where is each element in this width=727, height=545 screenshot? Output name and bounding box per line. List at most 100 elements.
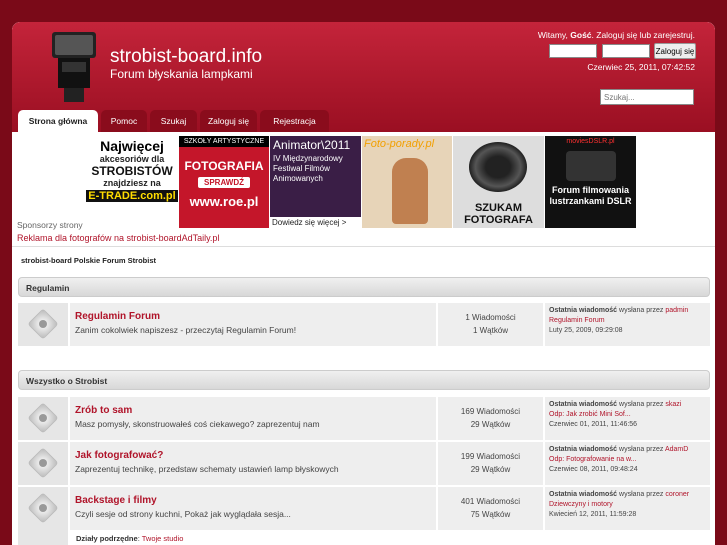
last-post-user-link[interactable]: AdamD [665, 446, 688, 453]
page: strobist-board.info Forum błyskania lamp… [12, 22, 715, 545]
ad-area: Najwięcej akcesoriów dla STROBISTÓW znaj… [12, 132, 715, 247]
ad-banner-moviesdslr[interactable]: moviesDSLR.pl Forum filmowania lustrzanka… [545, 136, 636, 228]
tab-register[interactable]: Rejestracja [260, 110, 329, 132]
forum-stats-cell: 401 Wiadomości 75 Wątków [438, 487, 543, 530]
last-post-by: wysłana przez [619, 401, 664, 408]
last-post-label: Ostatnia wiadomość [549, 446, 618, 453]
login-username-input[interactable] [549, 44, 597, 58]
post-count: 401 Wiadomości [460, 497, 521, 506]
ad-text: STROBISTÓW [91, 164, 173, 178]
forum-title-link[interactable]: Zrób to sam [75, 405, 132, 416]
forum-info-cell: Zrób to sam Masz pomysły, skonstruowałeś… [70, 397, 436, 440]
forum-row: Regulamin Forum Zanim cokolwiek napiszes… [18, 303, 710, 346]
ad-text: www.roe.pl [189, 194, 259, 209]
forum-stats-cell: 199 Wiadomości 29 Wątków [438, 442, 543, 485]
ad-text-line: lustrzankami DSLR [549, 196, 632, 206]
header: strobist-board.info Forum błyskania lamp… [12, 22, 715, 132]
last-post-cell: Ostatnia wiadomość wysłana przez skazi O… [545, 397, 710, 440]
ad-text-line: Forum filmowania [551, 185, 629, 195]
sponsors-label: Sponsorzy strony [17, 220, 83, 230]
last-post-label: Ostatnia wiadomość [549, 491, 618, 498]
advertise-link[interactable]: Reklama dla fotografów na strobist-board… [17, 233, 219, 243]
last-post-label: Ostatnia wiadomość [549, 307, 618, 314]
flash-logo-icon [52, 32, 96, 102]
ad-banner-animator[interactable]: Animator\2011 IV Międzynarodowy Festiwal… [270, 136, 361, 228]
last-post-topic-link[interactable]: Odp: Jak zrobić Mini Sof... [549, 411, 631, 418]
forum-row: Jak fotografować? Zaprezentuj technikę, … [18, 442, 710, 485]
ad-text: SZKOŁY ARTYSTYCZNE [179, 136, 269, 147]
last-post-topic-link[interactable]: Regulamin Forum [549, 317, 605, 324]
welcome-suffix[interactable]: . Zaloguj się lub zarejestruj. [592, 30, 695, 40]
last-post-topic-link[interactable]: Odp: Fotografowanie na w... [549, 456, 637, 463]
search-input[interactable] [600, 89, 694, 105]
last-post-cell: Ostatnia wiadomość wysłana przez AdamD O… [545, 442, 710, 485]
ad-text: Dowiedz się więcej > [270, 217, 361, 228]
ad-banner-etrade[interactable]: Najwięcej akcesoriów dla STROBISTÓW znaj… [86, 136, 178, 228]
forum-title-link[interactable]: Backstage i filmy [75, 495, 157, 506]
ad-text-line: SZUKAM [474, 202, 523, 214]
topic-count: 1 Wątków [472, 326, 509, 335]
forum-status-cell [18, 442, 68, 485]
breadcrumb[interactable]: strobist-board Polskie Forum Strobist [21, 256, 156, 265]
subforums-label: Działy podrzędne [76, 534, 138, 543]
forum-status-icon [27, 402, 59, 434]
forum-status-icon [27, 308, 59, 340]
category-header[interactable]: Regulamin [18, 277, 710, 297]
ad-text: FOTOGRAFIA [184, 159, 264, 173]
category-header[interactable]: Wszystko o Strobist [18, 370, 710, 390]
ad-text: akcesoriów dla [99, 154, 165, 164]
tab-help[interactable]: Pomoc [101, 110, 147, 132]
ad-text: znajdziesz na [103, 178, 161, 188]
forum-row: Backstage i filmy Czyli sesje od strony … [18, 487, 710, 545]
ad-banner-szukam-fotografa[interactable]: SZUKAM FOTOGRAFA [453, 136, 544, 228]
last-post-topic-link[interactable]: Dziewczyny i motory [549, 501, 613, 508]
last-post-user-link[interactable]: coroner [665, 491, 689, 498]
ad-text: Najwięcej [100, 138, 164, 154]
ad-banner-fotoporady[interactable]: Foto-porady.pl [362, 136, 452, 228]
ad-text: Foto-porady.pl [364, 138, 435, 150]
site-title[interactable]: strobist-board.info [110, 46, 262, 68]
tab-search[interactable]: Szukaj [150, 110, 197, 132]
welcome-prefix: Witamy, [537, 30, 568, 40]
site-subtitle: Forum błyskania lampkami [110, 67, 253, 81]
last-post-cell: Ostatnia wiadomość wysłana przez coroner… [545, 487, 710, 530]
last-post-by: wysłana przez [619, 491, 664, 498]
last-post-cell: Ostatnia wiadomość wysłana przez padmin … [545, 303, 710, 346]
forum-title-link[interactable]: Regulamin Forum [75, 311, 160, 322]
login-password-input[interactable] [602, 44, 650, 58]
ad-button: SPRAWDŹ [198, 177, 250, 188]
tab-login[interactable]: Zaloguj się [200, 110, 257, 132]
last-post-date: Kwiecień 12, 2011, 11:59:28 [549, 511, 637, 518]
last-post-user-link[interactable]: padmin [665, 307, 688, 314]
datetime: Czerwiec 25, 2011, 07:42:52 [587, 62, 695, 72]
welcome-user: Gość [570, 30, 592, 40]
lens-image [469, 142, 527, 192]
last-post-by: wysłana przez [619, 446, 664, 453]
last-post-user-link[interactable]: skazi [665, 401, 681, 408]
topic-count: 75 Wątków [470, 510, 511, 519]
photographer-image [392, 158, 428, 224]
forum-status-icon [27, 492, 59, 524]
last-post-date: Luty 25, 2009, 09:29:08 [549, 327, 623, 334]
ad-text: Forum filmowania lustrzankami DSLR [545, 185, 636, 207]
forum-title-link[interactable]: Jak fotografować? [75, 450, 163, 461]
ad-text: IV Międzynarodowy Festiwal Filmów Animow… [273, 154, 343, 183]
forum-info-cell: Backstage i filmy Czyli sesje od strony … [70, 487, 436, 530]
forum-status-icon [27, 447, 59, 479]
forum-description: Zaprezentuj technikę, przedstaw schematy… [75, 464, 339, 474]
forum-status-cell [18, 487, 68, 545]
subforum-link[interactable]: Twoje studio [142, 534, 184, 543]
camera-image [565, 151, 616, 181]
forum-status-cell [18, 303, 68, 346]
post-count: 1 Wiadomości [465, 313, 516, 322]
last-post-date: Czerwiec 01, 2011, 11:46:56 [549, 421, 638, 428]
divider [12, 246, 715, 247]
topic-count: 29 Wątków [470, 420, 511, 429]
tab-home[interactable]: Strona główna [18, 110, 98, 132]
post-count: 199 Wiadomości [460, 452, 521, 461]
forum-description: Zanim cokolwiek napiszesz - przeczytaj R… [75, 325, 297, 335]
login-button[interactable]: Zaloguj się [654, 43, 696, 59]
forum-status-cell [18, 397, 68, 440]
topic-count: 29 Wątków [470, 465, 511, 474]
ad-banner-roe[interactable]: SZKOŁY ARTYSTYCZNE FOTOGRAFIA SPRAWDŹ ww… [179, 136, 269, 228]
